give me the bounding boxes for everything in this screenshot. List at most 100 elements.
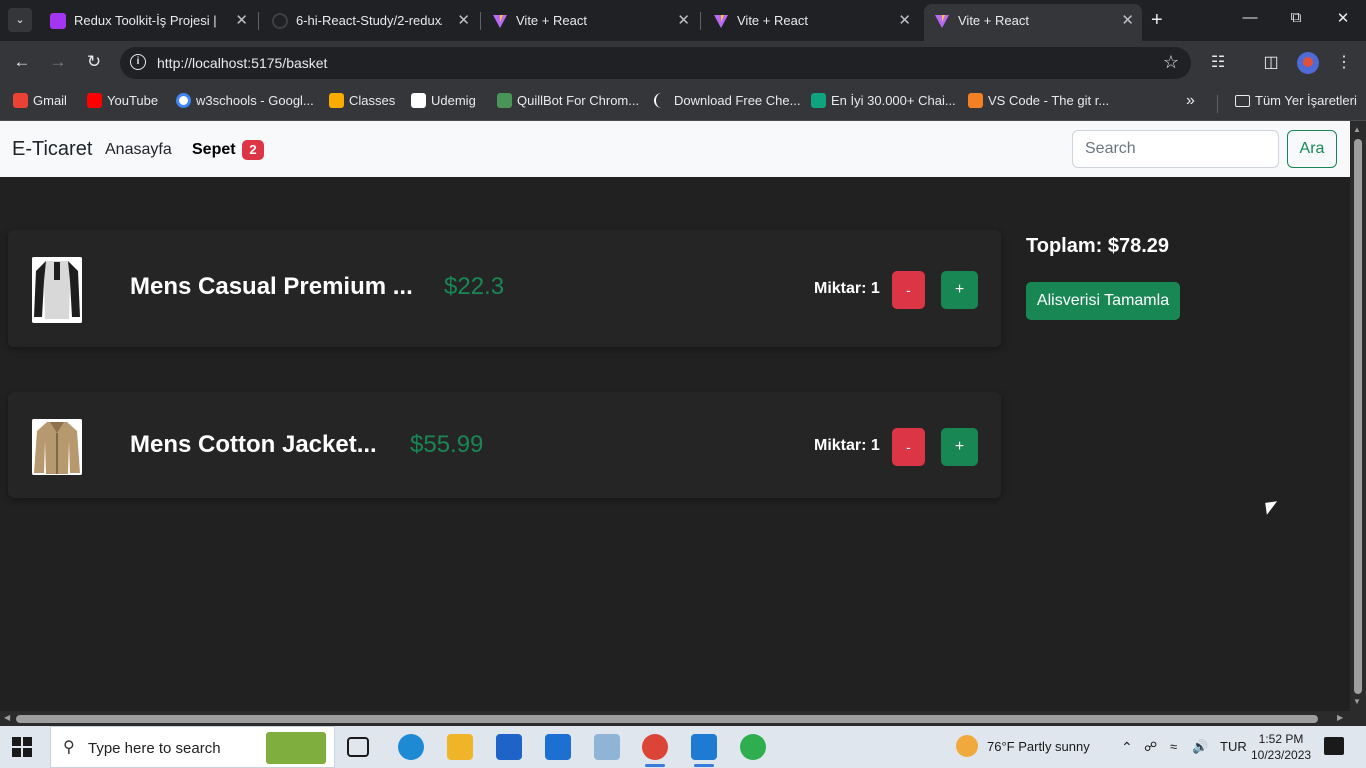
taskbar-search-box[interactable]: ⚲ Type here to search	[50, 726, 335, 768]
horizontal-scroll-thumb[interactable]	[16, 715, 1318, 723]
address-bar[interactable]: i http://localhost:5175/basket ☆	[120, 47, 1191, 79]
udemig-icon	[411, 93, 426, 108]
tab-vite-react-2[interactable]: Vite + React ✕	[703, 6, 919, 36]
bookmark-label: Gmail	[33, 93, 67, 108]
close-tab-icon[interactable]: ✕	[457, 6, 470, 36]
input-language[interactable]: TUR	[1220, 739, 1247, 754]
windows-taskbar: ⚲ Type here to search 76°F Partly sunny …	[0, 726, 1366, 768]
extensions-puzzle-icon[interactable]: ☷	[1207, 52, 1229, 72]
scroll-left-arrow-icon[interactable]: ◀	[4, 713, 10, 722]
menu-kebab-icon[interactable]: ⋮	[1333, 52, 1355, 72]
weather-partly-sunny-icon[interactable]	[956, 735, 978, 757]
bookmark-label: Download Free Che...	[674, 93, 801, 108]
chrome-profile-icon[interactable]	[740, 734, 766, 760]
udemy-favicon-icon	[50, 13, 66, 29]
weather-text[interactable]: 76°F Partly sunny	[987, 739, 1090, 754]
vertical-scroll-thumb[interactable]	[1354, 139, 1362, 694]
tab-search-chevron-icon[interactable]: ⌄	[8, 8, 32, 32]
increase-quantity-button[interactable]: +	[941, 271, 978, 309]
jacket-icon	[32, 419, 82, 475]
tab-vite-react-active[interactable]: Vite + React ✕	[924, 4, 1142, 41]
restore-window-icon[interactable]: ⧉	[1286, 9, 1306, 26]
bookmark-star-icon[interactable]: ☆	[1163, 52, 1179, 73]
file-explorer-icon[interactable]	[447, 734, 473, 760]
tab-title: Redux Toolkit-İş Projesi | Ud	[74, 13, 220, 28]
scroll-down-arrow-icon[interactable]: ▼	[1353, 697, 1361, 706]
bookmark-w3schools[interactable]: w3schools - Googl...	[176, 93, 314, 109]
reload-icon[interactable]: ↻	[83, 52, 105, 72]
tab-title: Vite + React	[958, 13, 1029, 28]
show-hidden-icons-chevron-icon[interactable]: ⌃	[1121, 739, 1133, 756]
bookmark-chatgpt[interactable]: En İyi 30.000+ Chai...	[811, 93, 956, 109]
product-price: $55.99	[410, 431, 484, 458]
volume-icon[interactable]: 🔊	[1192, 739, 1208, 755]
basket-total: Toplam: $78.29	[1026, 235, 1170, 257]
close-tab-icon[interactable]: ✕	[898, 6, 911, 36]
search-highlight-image	[266, 732, 326, 764]
product-image-shirt	[32, 257, 82, 323]
windows-start-icon[interactable]	[12, 737, 32, 757]
bookmark-download-cheat[interactable]: Download Free Che...	[654, 93, 800, 109]
bookmark-classes[interactable]: Classes	[329, 93, 395, 109]
tab-github-repo[interactable]: 6-hi-React-Study/2-redux/3 ✕	[262, 6, 478, 36]
bookmark-label: Classes	[349, 93, 396, 108]
nav-basket-link[interactable]: Sepet	[192, 141, 236, 159]
task-view-icon[interactable]	[347, 737, 369, 757]
profile-avatar-icon[interactable]	[1297, 52, 1319, 74]
bookmark-label: w3schools - Googl...	[196, 93, 314, 108]
folder-icon	[1235, 95, 1250, 107]
minimize-window-icon[interactable]: —	[1240, 9, 1260, 26]
close-tab-icon[interactable]: ✕	[1121, 4, 1134, 37]
decrease-quantity-button[interactable]: -	[892, 271, 925, 309]
network-status-icon[interactable]: ☍	[1144, 739, 1157, 755]
brand-link[interactable]: E-Ticaret	[12, 138, 92, 161]
all-bookmarks-folder[interactable]: Tüm Yer İşaretleri	[1235, 93, 1357, 109]
product-price: $22.3	[444, 273, 505, 300]
url-text[interactable]: http://localhost:5175/basket	[157, 55, 327, 71]
scroll-up-arrow-icon[interactable]: ▲	[1353, 125, 1361, 134]
bookmark-gmail[interactable]: Gmail	[13, 93, 67, 109]
close-tab-icon[interactable]: ✕	[235, 6, 248, 36]
forward-arrow-icon[interactable]: →	[47, 52, 69, 72]
bookmark-quillbot[interactable]: QuillBot For Chrom...	[497, 93, 639, 109]
search-input[interactable]	[1072, 130, 1279, 168]
quantity-label: Miktar: 1	[814, 437, 880, 454]
vertical-scrollbar[interactable]: ▲ ▼	[1350, 121, 1366, 711]
horizontal-scrollbar[interactable]: ◀ ▶	[0, 711, 1350, 726]
close-window-icon[interactable]: ✕	[1333, 9, 1353, 27]
bookmark-youtube[interactable]: YouTube	[87, 93, 158, 109]
search-icon: ⚲	[63, 739, 75, 756]
checkout-button[interactable]: Alisverisi Tamamla	[1026, 282, 1180, 320]
nav-home-link[interactable]: Anasayfa	[105, 141, 172, 159]
mail-icon[interactable]	[545, 734, 571, 760]
decrease-quantity-button[interactable]: -	[892, 428, 925, 466]
more-bookmarks-chevron-icon[interactable]: »	[1186, 92, 1195, 110]
side-panel-icon[interactable]: ◫	[1260, 52, 1282, 72]
microsoft-store-icon[interactable]	[496, 734, 522, 760]
close-tab-icon[interactable]: ✕	[677, 6, 690, 36]
bookmark-label: En İyi 30.000+ Chai...	[831, 93, 956, 108]
bookmark-udemig[interactable]: Udemig	[411, 93, 476, 109]
vscode-icon[interactable]	[691, 734, 717, 767]
site-navbar: E-Ticaret Anasayfa Sepet 2 Ara	[0, 121, 1350, 177]
notification-center-icon[interactable]	[1324, 737, 1344, 755]
scroll-right-arrow-icon[interactable]: ▶	[1337, 713, 1343, 722]
site-info-icon[interactable]: i	[130, 54, 146, 70]
basket-item-card: Mens Casual Premium ... $22.3 Miktar: 1 …	[8, 230, 1001, 347]
search-button[interactable]: Ara	[1287, 130, 1337, 168]
increase-quantity-button[interactable]: +	[941, 428, 978, 466]
new-tab-plus-icon[interactable]: +	[1151, 9, 1163, 31]
google-icon	[176, 93, 191, 108]
vite-logo-icon	[493, 15, 507, 28]
chrome-icon[interactable]	[642, 734, 668, 767]
bookmark-label: QuillBot For Chrom...	[517, 93, 640, 108]
pc-settings-icon[interactable]	[594, 734, 620, 760]
edge-browser-icon[interactable]	[398, 734, 424, 760]
wifi-icon[interactable]: ≈	[1170, 739, 1177, 754]
tab-redux-toolkit[interactable]: Redux Toolkit-İş Projesi | Ud ✕	[40, 6, 256, 36]
back-arrow-icon[interactable]: ←	[11, 52, 33, 72]
tab-vite-react-1[interactable]: Vite + React ✕	[482, 6, 698, 36]
web-page: E-Ticaret Anasayfa Sepet 2 Ara Mens Casu…	[0, 121, 1350, 711]
bookmark-vscode-git[interactable]: VS Code - The git r...	[968, 93, 1109, 109]
clock[interactable]: 1:52 PM 10/23/2023	[1251, 731, 1311, 763]
